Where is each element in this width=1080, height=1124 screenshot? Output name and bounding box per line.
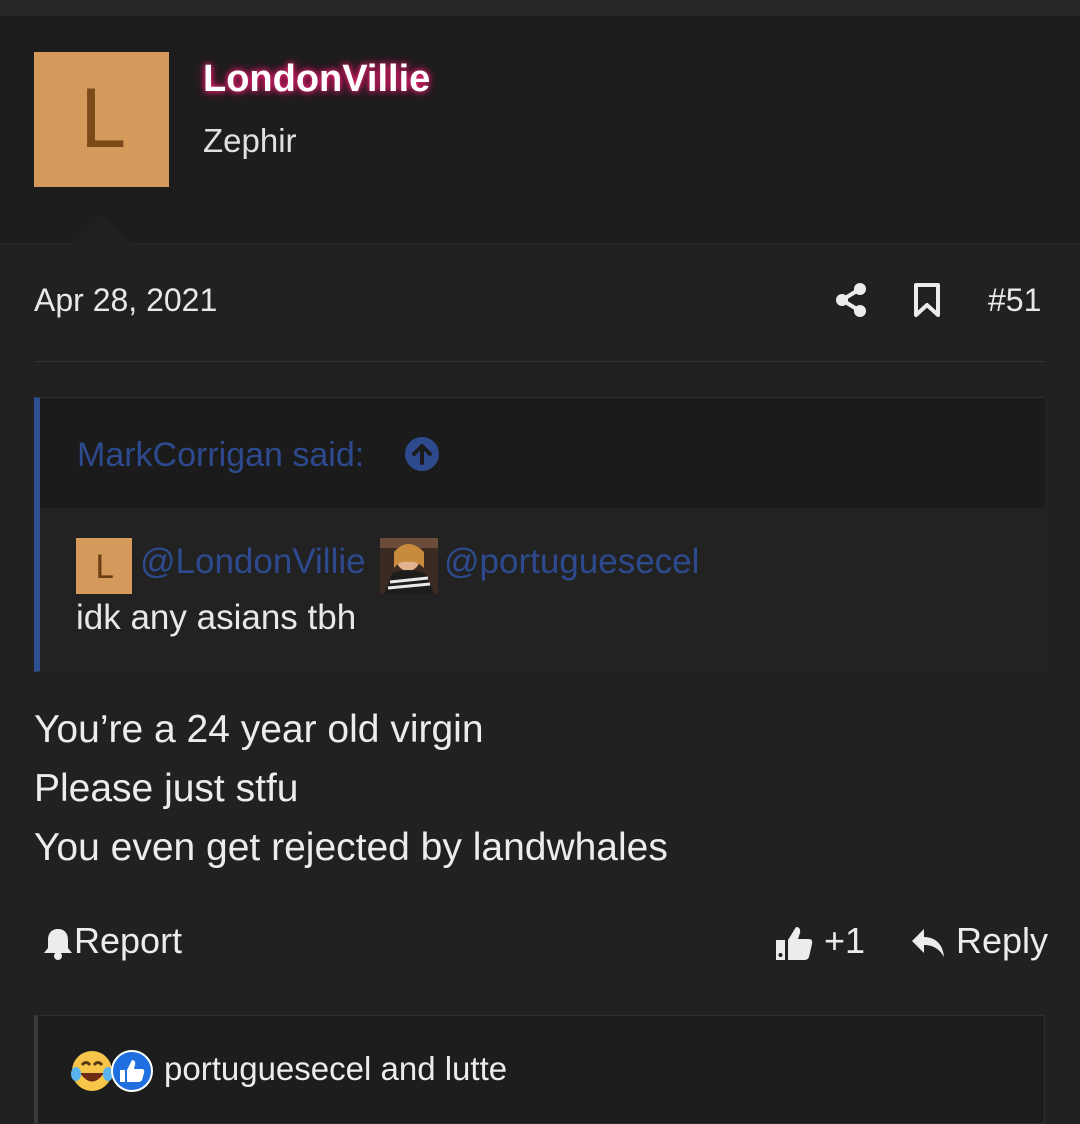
header-divider (34, 361, 1046, 362)
message-line: Please just stfu (34, 767, 299, 810)
thumbs-up-icon (776, 927, 813, 961)
reply-button[interactable]: Reply (910, 920, 1048, 962)
reply-label: Reply (956, 920, 1049, 961)
quote-body: L @LondonVillie @portuguesecel idk any a… (40, 508, 1045, 672)
quote-text: idk any asians tbh (76, 598, 357, 637)
quote-author-link[interactable]: MarkCorrigan said: (77, 436, 364, 475)
reaction-icons (70, 1048, 160, 1094)
message-line: You even get rejected by landwhales (34, 826, 668, 869)
post-message: You’re a 24 year old virgin Please just … (34, 700, 668, 877)
mention-avatar: L (76, 538, 132, 594)
report-button[interactable]: Report (42, 920, 182, 962)
reactions-bar[interactable]: portuguesecel and lutte (34, 1015, 1045, 1124)
bell-icon (44, 929, 72, 961)
mention-londonvillie[interactable]: @LondonVillie (140, 542, 366, 582)
share-icon[interactable] (834, 282, 868, 318)
author-username[interactable]: LondonVillie (203, 58, 430, 101)
top-strip (0, 0, 1080, 17)
mention-avatar-photo (380, 538, 438, 594)
arrow-up-circle-icon[interactable] (404, 436, 440, 472)
like-button[interactable]: +1 (774, 920, 865, 962)
message-line: You’re a 24 year old virgin (34, 708, 484, 751)
header-pointer (72, 214, 132, 244)
quote-header: MarkCorrigan said: (40, 398, 1045, 508)
bookmark-icon[interactable] (912, 282, 942, 318)
author-avatar[interactable]: L (34, 52, 169, 187)
author-title: Zephir (203, 122, 297, 159)
thumbs-up-emoji-icon (111, 1050, 153, 1092)
reply-arrow-icon (912, 929, 944, 958)
post-number-link[interactable]: #51 (988, 282, 1041, 319)
mention-portuguesecel[interactable]: @portuguesecel (444, 542, 699, 582)
quote-block: MarkCorrigan said: L @LondonVillie @port… (34, 397, 1045, 672)
laughing-crying-emoji-icon (71, 1051, 113, 1091)
report-label: Report (74, 920, 183, 961)
like-count: +1 (824, 920, 866, 961)
post-date[interactable]: Apr 28, 2021 (34, 282, 217, 319)
reaction-users[interactable]: portuguesecel and lutte (164, 1050, 507, 1088)
